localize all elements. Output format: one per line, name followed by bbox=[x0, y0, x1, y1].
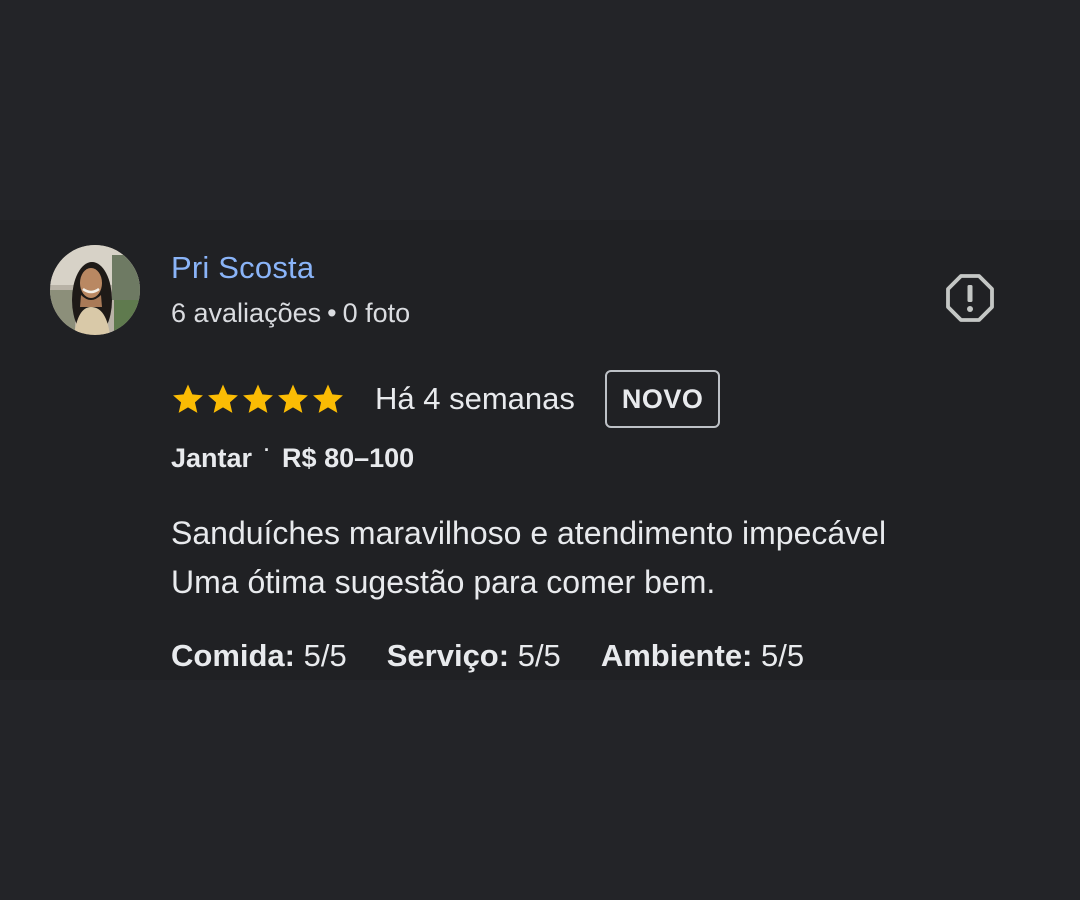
review-card: Pri Scosta 6 avaliações • 0 foto Há 4 sema… bbox=[0, 220, 1080, 680]
rating-row: Há 4 semanas NOVO bbox=[171, 370, 721, 428]
details-separator: · bbox=[264, 440, 271, 460]
report-flag-icon[interactable] bbox=[944, 272, 996, 324]
star-icon bbox=[243, 384, 273, 413]
stats-separator: • bbox=[327, 298, 337, 328]
review-text-line: Sanduíches maravilhoso e atendimento imp… bbox=[171, 515, 887, 551]
star-icon bbox=[313, 384, 343, 413]
aspect-ambience: Ambiente: 5/5 bbox=[601, 638, 804, 674]
author-stats: 6 avaliações • 0 foto bbox=[171, 298, 410, 329]
review-text-line: Uma ótima sugestão para comer bem. bbox=[171, 564, 716, 600]
aspect-label: Comida: bbox=[171, 638, 295, 673]
star-icon bbox=[208, 384, 238, 413]
aspect-service: Serviço: 5/5 bbox=[387, 638, 561, 674]
star-rating bbox=[171, 382, 345, 416]
author-avatar[interactable] bbox=[50, 245, 140, 335]
price-range: R$ 80–100 bbox=[282, 443, 415, 473]
star-icon bbox=[173, 384, 203, 413]
star-icon bbox=[278, 384, 308, 413]
meal-type: Jantar bbox=[171, 443, 253, 473]
aspect-label: Ambiente: bbox=[600, 638, 753, 673]
new-badge: NOVO bbox=[604, 370, 721, 428]
aspect-label: Serviço: bbox=[386, 638, 510, 673]
aspect-ratings: Comida: 5/5 Serviço: 5/5 Ambiente: 5/5 bbox=[171, 638, 844, 674]
aspect-value: 5/5 bbox=[517, 638, 561, 673]
visit-details: Jantar · R$ 80–100 bbox=[171, 440, 415, 474]
review-date: Há 4 semanas bbox=[375, 381, 575, 416]
aspect-value: 5/5 bbox=[761, 638, 805, 673]
report-octagon-icon bbox=[946, 274, 994, 322]
reviews-count: 6 avaliações bbox=[171, 298, 322, 328]
photos-count: 0 foto bbox=[342, 298, 411, 328]
aspect-food: Comida: 5/5 bbox=[171, 638, 347, 674]
avatar-photo bbox=[50, 245, 140, 335]
author-name-link[interactable]: Pri Scosta bbox=[171, 250, 314, 286]
aspect-value: 5/5 bbox=[303, 638, 347, 673]
review-text: Sanduíches maravilhoso e atendimento imp… bbox=[171, 509, 1051, 607]
